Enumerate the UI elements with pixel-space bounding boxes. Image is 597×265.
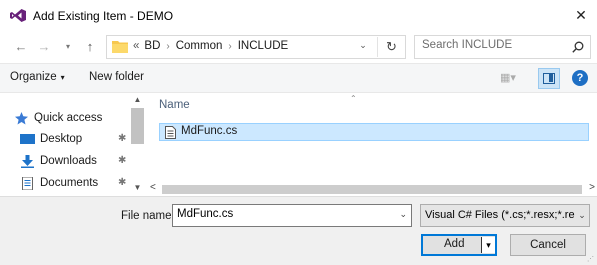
recent-locations-button[interactable]: ▾: [62, 37, 74, 57]
column-header-label: Name: [159, 99, 190, 111]
nav-item-label: Downloads: [40, 155, 97, 167]
breadcrumb-item-common[interactable]: Common: [176, 40, 223, 52]
address-row: ← → ▾ ↑ « BD › Common › INCLUDE ⌄ ↻: [0, 31, 597, 63]
file-list: Name ⌃ MdFunc.cs < >: [146, 93, 597, 196]
file-row[interactable]: MdFunc.cs: [159, 123, 589, 141]
add-button[interactable]: Add ▾: [421, 234, 497, 256]
scroll-left-arrow[interactable]: <: [150, 182, 156, 193]
folder-icon: [112, 41, 128, 53]
change-view-button[interactable]: ▦▾: [500, 71, 530, 86]
search-box[interactable]: [414, 35, 591, 59]
nav-item-label: Documents: [40, 177, 99, 189]
documents-icon: [22, 177, 33, 190]
organize-menu[interactable]: Organize ▾: [10, 71, 65, 83]
dialog-footer: File name: ⌄ Visual C# Files (*.cs;*.res…: [0, 196, 597, 265]
organize-label: Organize: [10, 71, 57, 83]
file-name-input[interactable]: [177, 208, 387, 220]
resize-grip-icon[interactable]: ⋰: [587, 255, 595, 263]
close-button[interactable]: ✕: [565, 0, 597, 31]
refresh-button[interactable]: ↻: [377, 37, 405, 57]
scroll-up-arrow[interactable]: ▲: [129, 95, 146, 104]
breadcrumb-separator[interactable]: ›: [228, 41, 231, 52]
nav-item-label: Desktop: [40, 133, 83, 145]
pin-icon: ✱: [118, 155, 127, 166]
chevron-down-icon[interactable]: ⌄: [575, 205, 589, 226]
pin-icon: ✱: [118, 177, 127, 188]
file-name: MdFunc.cs: [181, 125, 238, 137]
desktop-icon: [20, 134, 35, 144]
command-bar: Organize ▾ New folder ▦▾ ?: [0, 63, 597, 93]
breadcrumb-item-bd[interactable]: BD: [144, 40, 160, 52]
add-existing-item-dialog: Add Existing Item - DEMO ✕ ← → ▾ ↑ « BD › C…: [0, 0, 597, 265]
up-folder-button[interactable]: ↑: [82, 37, 98, 57]
cancel-button[interactable]: Cancel: [510, 234, 586, 256]
search-icon[interactable]: [572, 41, 584, 53]
cs-file-icon: [165, 126, 176, 139]
add-options-dropdown[interactable]: ▾: [481, 237, 495, 253]
nav-scrollbar[interactable]: ▲ ▼: [129, 93, 146, 196]
pin-icon: ✱: [118, 133, 127, 144]
chevron-down-icon[interactable]: ⌄: [399, 209, 407, 220]
window-title: Add Existing Item - DEMO: [33, 9, 174, 23]
help-button[interactable]: ?: [572, 70, 588, 86]
download-icon: [21, 155, 34, 168]
nav-item-label: Quick access: [34, 112, 103, 124]
back-button[interactable]: ←: [12, 37, 30, 57]
sort-ascending-icon: ⌃: [350, 94, 357, 103]
search-input[interactable]: [422, 39, 567, 51]
scroll-thumb[interactable]: [162, 185, 582, 194]
new-folder-button[interactable]: New folder: [89, 71, 144, 83]
breadcrumb-separator[interactable]: ›: [166, 41, 169, 52]
visual-studio-icon: [10, 9, 26, 22]
star-icon: [15, 112, 28, 125]
scroll-down-arrow[interactable]: ▼: [129, 183, 146, 192]
navigation-pane: Quick access Desktop ✱ Downloads ✱ Docum…: [0, 93, 146, 196]
preview-pane-icon: [543, 73, 555, 84]
preview-pane-button[interactable]: [538, 68, 560, 89]
breadcrumb-overflow[interactable]: «: [133, 40, 139, 52]
title-bar: Add Existing Item - DEMO ✕: [0, 0, 597, 31]
breadcrumb-item-include[interactable]: INCLUDE: [238, 40, 288, 52]
file-list-hscrollbar[interactable]: < >: [146, 182, 597, 196]
forward-button[interactable]: →: [35, 37, 53, 57]
add-button-label: Add: [444, 238, 465, 250]
breadcrumb: « BD › Common › INCLUDE: [133, 40, 288, 52]
scroll-right-arrow[interactable]: >: [589, 182, 595, 193]
file-name-label: File name:: [121, 210, 175, 222]
column-header-name[interactable]: Name ⌃: [146, 93, 597, 116]
address-bar[interactable]: « BD › Common › INCLUDE ⌄ ↻: [106, 35, 406, 59]
file-type-value: Visual C# Files (*.cs;*.resx;*.resw: [425, 209, 589, 221]
scroll-thumb[interactable]: [131, 108, 144, 144]
file-name-combobox[interactable]: ⌄: [172, 204, 412, 227]
address-dropdown-button[interactable]: ⌄: [357, 40, 369, 51]
chevron-down-icon: ▾: [60, 73, 65, 82]
file-type-select[interactable]: Visual C# Files (*.cs;*.resx;*.resw ⌄: [420, 204, 590, 227]
